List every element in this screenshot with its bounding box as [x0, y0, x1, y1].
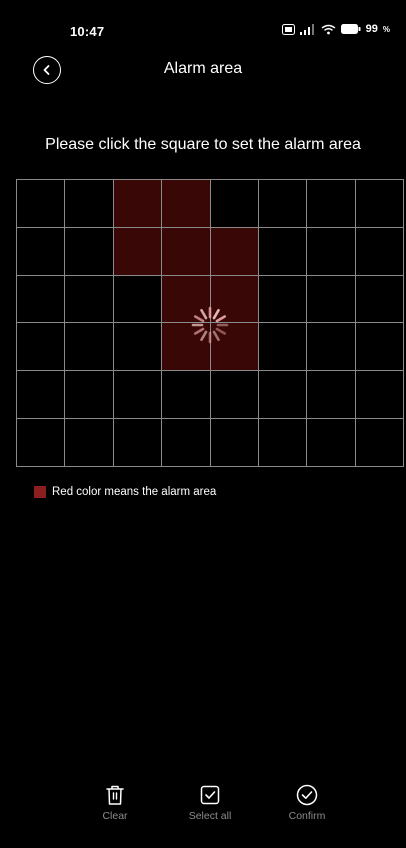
grid-cell[interactable]	[210, 419, 259, 467]
grid-cell[interactable]	[210, 323, 259, 372]
select-all-label: Select all	[188, 810, 232, 822]
grid-cell[interactable]	[162, 275, 211, 324]
clear-label: Clear	[102, 810, 128, 822]
bottom-toolbar: Clear Select all Confirm	[16, 783, 404, 843]
grid-cell[interactable]	[17, 180, 66, 228]
grid-cell[interactable]	[162, 371, 211, 420]
grid-cell[interactable]	[210, 180, 259, 228]
grid-cell[interactable]	[113, 275, 163, 324]
grid-cell[interactable]	[65, 419, 114, 467]
grid-cell[interactable]	[355, 323, 404, 372]
grid-cell[interactable]	[307, 419, 356, 467]
checkbox-icon	[198, 783, 222, 807]
grid-cell[interactable]	[210, 227, 259, 276]
select-all-button[interactable]: Select all	[175, 783, 245, 822]
grid-cell[interactable]	[258, 323, 308, 372]
confirm-label: Confirm	[288, 810, 326, 822]
grid-cell[interactable]	[113, 180, 163, 228]
grid-cell[interactable]	[355, 419, 404, 467]
grid-cell[interactable]	[307, 180, 356, 228]
grid-cell[interactable]	[210, 371, 259, 420]
grid-cell[interactable]	[210, 275, 259, 324]
page-title: Alarm area	[163, 60, 243, 77]
legend-label: Red color means the alarm area	[52, 486, 217, 498]
grid-cell[interactable]	[17, 419, 66, 467]
battery-level: 99	[365, 23, 378, 35]
trash-icon	[103, 783, 127, 807]
grid-cell[interactable]	[355, 371, 404, 420]
grid-cell[interactable]	[258, 180, 308, 228]
grid-cell[interactable]	[17, 227, 66, 276]
confirm-button[interactable]: Confirm	[272, 783, 342, 822]
grid-cell[interactable]	[258, 275, 308, 324]
grid-cell[interactable]	[258, 227, 308, 276]
grid-cell[interactable]	[258, 419, 308, 467]
grid-cell[interactable]	[307, 275, 356, 324]
instruction-text: Please click the square to set the alarm…	[45, 136, 361, 153]
grid-cell[interactable]	[355, 275, 404, 324]
grid-cell[interactable]	[162, 323, 211, 372]
grid-cell[interactable]	[162, 227, 211, 276]
grid-cell[interactable]	[307, 227, 356, 276]
grid-cell[interactable]	[113, 323, 163, 372]
grid-cell[interactable]	[113, 371, 163, 420]
legend-swatch	[34, 486, 46, 498]
status-time: 10:47	[70, 24, 105, 39]
clear-button[interactable]: Clear	[80, 783, 150, 822]
grid-cell[interactable]	[355, 227, 404, 276]
legend: Red color means the alarm area	[34, 486, 216, 498]
grid-cell[interactable]	[65, 371, 114, 420]
volte-icon	[281, 23, 295, 35]
grid-cell[interactable]	[113, 419, 163, 467]
wifi-icon	[321, 24, 336, 34]
status-bar: 10:47 99%	[0, 0, 406, 46]
grid-cell[interactable]	[65, 180, 114, 228]
grid-cell[interactable]	[65, 275, 114, 324]
grid-cell[interactable]	[162, 419, 211, 467]
status-icons: 99%	[281, 23, 390, 35]
grid-cell[interactable]	[355, 180, 404, 228]
header: Alarm area	[0, 52, 406, 92]
grid-cell[interactable]	[65, 227, 114, 276]
grid-cell[interactable]	[307, 323, 356, 372]
grid-cell[interactable]	[17, 323, 66, 372]
grid-cell[interactable]	[113, 227, 163, 276]
grid-cell[interactable]	[17, 371, 66, 420]
grid-cell[interactable]	[307, 371, 356, 420]
battery-icon	[340, 24, 361, 34]
check-circle-icon	[295, 783, 319, 807]
signal-icon	[299, 23, 314, 35]
grid-cell[interactable]	[65, 323, 114, 372]
grid-cell[interactable]	[258, 371, 308, 420]
grid-cell[interactable]	[17, 275, 66, 324]
grid-cell[interactable]	[162, 180, 211, 228]
alarm-area-grid[interactable]	[16, 179, 404, 467]
